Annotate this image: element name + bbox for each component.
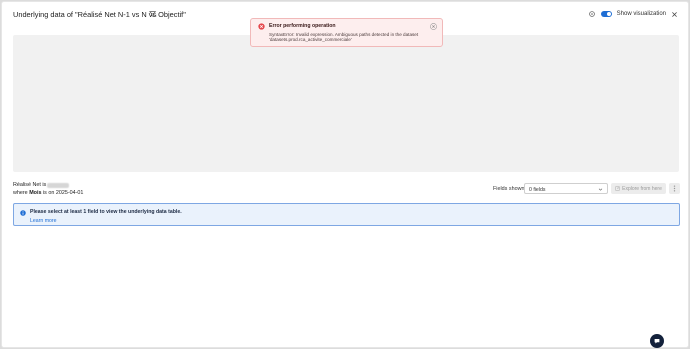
fields-shown-select[interactable]: 0 fields (524, 183, 608, 194)
fields-shown-label: Fields shown (493, 186, 525, 192)
header-actions: Show visualization (588, 9, 678, 19)
chat-bubble-icon (654, 339, 660, 344)
underlying-data-modal: Underlying data of "Réalisé Net N-1 vs N… (1, 1, 689, 348)
filter-field: Mois (29, 190, 42, 196)
explore-icon (615, 186, 620, 191)
toast-close-icon[interactable] (430, 23, 437, 30)
error-icon (258, 23, 265, 30)
info-icon (20, 210, 26, 216)
measure-text: Réalisé Net is (13, 182, 47, 188)
info-message: Please select at least 1 field to view t… (30, 209, 182, 215)
fields-shown-value: 0 fields (529, 186, 546, 193)
filter-condition: is on 2025-04-01 (42, 190, 84, 196)
error-title: Error performing operation (269, 23, 336, 29)
redacted-value (47, 182, 70, 188)
chevron-down-icon (598, 188, 603, 191)
chat-button[interactable] (650, 334, 664, 348)
filter-line: where Mois is on 2025-04-01 (13, 190, 83, 196)
error-toast: Error performing operation SyntaxError: … (250, 18, 443, 47)
explore-from-here-button[interactable]: Explore from here (611, 183, 666, 194)
info-banner: Please select at least 1 field to view t… (13, 203, 680, 226)
more-options-button[interactable] (669, 183, 680, 194)
explore-label: Explore from here (622, 185, 662, 192)
where-text: where (13, 190, 28, 196)
gear-icon[interactable] (588, 10, 596, 18)
measure-line: Réalisé Net is (13, 182, 70, 188)
modal-title: Underlying data of "Réalisé Net N-1 vs N… (13, 10, 186, 19)
show-visualization-label: Show visualization (616, 11, 666, 17)
error-message: SyntaxError: Invalid expression. Ambiguo… (269, 31, 419, 43)
filter-icon[interactable] (149, 10, 157, 18)
close-icon[interactable] (671, 11, 678, 18)
more-vertical-icon (673, 185, 676, 192)
show-visualization-toggle[interactable] (600, 11, 612, 17)
visualization-placeholder (13, 35, 679, 172)
learn-more-link[interactable]: Learn more (30, 218, 57, 224)
